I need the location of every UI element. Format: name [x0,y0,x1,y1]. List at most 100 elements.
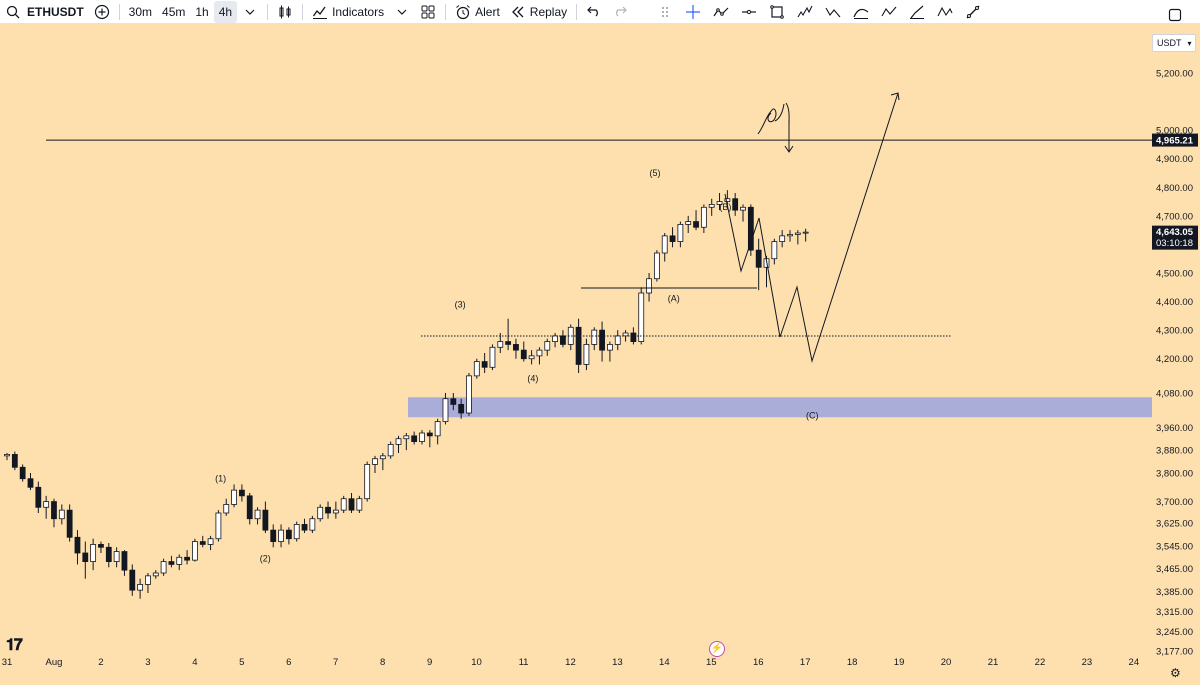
indicators-button[interactable]: Indicators [307,1,389,23]
candle-body [583,344,590,365]
interval-45m[interactable]: 45m [157,1,190,23]
candle [309,515,316,533]
countdown-label: 03:10:18 [1156,238,1193,249]
candle-body [614,335,621,345]
candle-body [90,544,97,562]
price-tick-label: 4,080.00 [1156,389,1193,400]
candle [481,353,488,373]
candle-body [747,206,754,251]
candle-body [317,506,324,520]
grid-icon [421,5,435,18]
candle-body [262,509,269,531]
candle-body [74,536,81,554]
top-toolbar: ETHUSDT 30m 45m 1h 4h Indicators Alert R… [0,0,1200,24]
candle-body [301,524,308,531]
redo-button[interactable] [607,1,633,23]
candle-body [732,198,739,211]
price-tick-label: 3,385.00 [1156,587,1193,598]
elliott-correction-tool[interactable] [819,1,847,23]
tradingview-logo: 𝟏𝟕 [6,637,23,654]
time-tick-label: 14 [659,657,670,668]
gear-icon[interactable]: ⚙ [1170,666,1181,680]
wxy-tool[interactable] [875,1,903,23]
drawings [421,92,952,363]
alert-button[interactable]: Alert [450,1,505,23]
candle-body [669,235,676,242]
search-icon [6,5,20,18]
interval-30m[interactable]: 30m [124,1,157,23]
time-tick-label: 13 [612,657,623,668]
price-tick-label: 3,465.00 [1156,564,1193,575]
curve-tool[interactable] [847,1,875,23]
candle [520,341,527,362]
triangle-pattern-tool[interactable] [931,1,959,23]
interval-dropdown[interactable] [237,1,263,23]
candle-body [411,435,418,442]
time-tick-label: 3 [145,657,150,668]
candle [254,507,261,525]
price-tick-label: 3,960.00 [1156,423,1193,434]
ruler-tool[interactable] [959,1,987,23]
triangle-pattern-icon [937,6,953,16]
horizontal-line-tool[interactable] [735,1,763,23]
candle-body [379,455,386,460]
brush-tool[interactable] [903,1,931,23]
candle [4,453,10,461]
candle [270,524,277,548]
price-tick-label: 3,245.00 [1156,627,1193,638]
candle-body [599,329,605,351]
candle-body [771,241,778,260]
candle-body [176,556,183,565]
drag-dots-icon [662,6,669,17]
undo-button[interactable] [581,1,607,23]
wave-label: (B) [719,202,731,212]
fullscreen-button[interactable] [1162,4,1188,26]
candle-body [168,561,175,565]
rectangle-tool[interactable] [763,1,791,23]
compare-button[interactable] [89,1,115,23]
lightning-icon[interactable]: ⚡ [709,641,725,657]
candle [513,338,519,359]
layouts-button[interactable] [415,1,441,23]
candle-body [215,512,222,540]
candle [145,573,151,593]
replay-button[interactable]: Replay [505,1,572,23]
price-chart[interactable]: (1)(2)(3)(4)(5)(A)(B)(C) 5,200.005,000.0… [0,24,1200,685]
candle-body [426,432,433,437]
symbol-search[interactable]: ETHUSDT [0,1,89,23]
candle [646,273,652,302]
interval-1h[interactable]: 1h [190,1,213,23]
time-tick-label: 22 [1035,657,1046,668]
candle-body [544,341,551,351]
replay-label: Replay [529,4,568,19]
horizontal-line-price-label: 4,965.21 [1156,136,1194,147]
drag-handle[interactable] [651,1,679,23]
candle-body [66,509,73,538]
time-tick-label: 6 [286,657,291,668]
price-axis[interactable]: 5,200.005,000.004,900.004,800.004,700.00… [1156,69,1193,658]
trend-tool[interactable] [707,1,735,23]
candles [4,190,809,599]
indicators-dropdown[interactable] [389,1,415,23]
currency-select[interactable]: USDT ▾ [1152,34,1196,52]
candle [387,441,394,459]
candle [732,193,739,216]
candle [262,501,269,533]
elliott-impulse-tool[interactable] [791,1,819,23]
candle-body [254,509,261,520]
candle [372,455,378,473]
chart-type-button[interactable] [272,1,298,23]
candle [567,324,574,351]
candle [411,431,418,445]
time-axis[interactable]: 31 Aug 2 3 4 5 6 7 8 9 10 11 12 13 14 15 16 17 18 19 20 21 22 2… [2,657,1139,668]
candle [278,524,284,548]
candle [184,550,190,565]
crosshair-tool[interactable] [679,1,707,23]
candle-body [293,524,300,540]
candle-body [536,349,543,357]
wave-label: (C) [806,411,819,421]
candle-body [387,444,394,457]
interval-4h[interactable]: 4h [213,0,238,23]
candle-body [802,231,809,234]
wave-label: (2) [260,554,271,564]
